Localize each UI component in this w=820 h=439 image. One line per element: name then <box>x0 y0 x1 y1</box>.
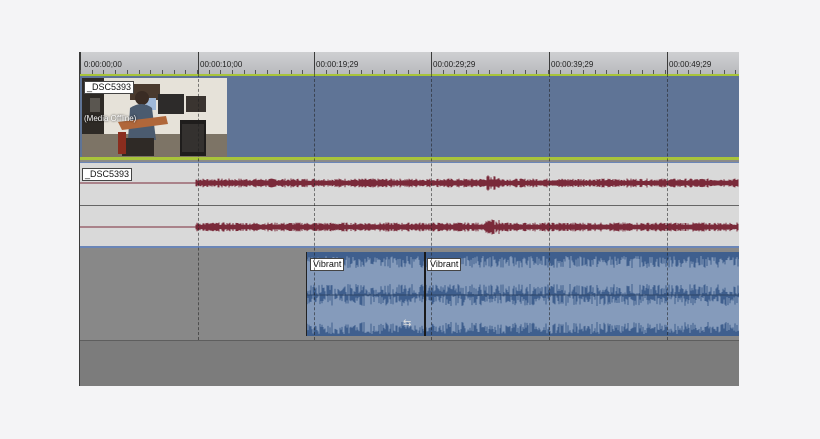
audio-channel-wave <box>80 175 739 191</box>
music-channel-wave <box>307 294 739 334</box>
audio-channel-wave <box>80 219 739 235</box>
time-ruler[interactable]: 0:00:00;00 00:00:10;00 00:00:19;29 00:00… <box>80 52 739 75</box>
ruler-label: 00:00:29;29 <box>433 60 476 69</box>
music-clip[interactable]: Vibrant Vibrant ⇆ <box>306 252 739 336</box>
music-clip-label-2: Vibrant <box>427 258 462 271</box>
ruler-label: 0:00:00;00 <box>84 60 122 69</box>
video-track[interactable]: _DSC5393 (Media Offline) <box>80 74 739 160</box>
video-clip-label: _DSC5393 <box>84 81 135 94</box>
fade-handle-icon[interactable]: ⇆ <box>403 318 411 329</box>
audio-track[interactable]: _DSC5393 <box>80 162 739 248</box>
music-channel-wave <box>307 256 739 296</box>
ruler-label: 00:00:39;29 <box>551 60 594 69</box>
music-clip-label: Vibrant <box>310 258 345 271</box>
ruler-label: 00:00:19;29 <box>316 60 359 69</box>
music-track[interactable]: Vibrant Vibrant ⇆ <box>80 250 739 340</box>
ruler-tick <box>549 52 550 74</box>
empty-track-area[interactable] <box>80 340 739 386</box>
video-thumbnail[interactable]: _DSC5393 (Media Offline) <box>82 78 227 157</box>
clip-split-marker[interactable] <box>424 252 426 336</box>
music-waveform <box>307 256 739 334</box>
ruler-tick <box>667 52 668 74</box>
media-offline-text: (Media Offline) <box>84 114 137 123</box>
ruler-label: 00:00:49;29 <box>669 60 712 69</box>
audio-waveform <box>80 175 739 235</box>
timeline[interactable]: 0:00:00;00 00:00:10;00 00:00:19;29 00:00… <box>80 52 739 386</box>
ruler-tick <box>198 52 199 74</box>
ruler-label: 00:00:10;00 <box>200 60 243 69</box>
